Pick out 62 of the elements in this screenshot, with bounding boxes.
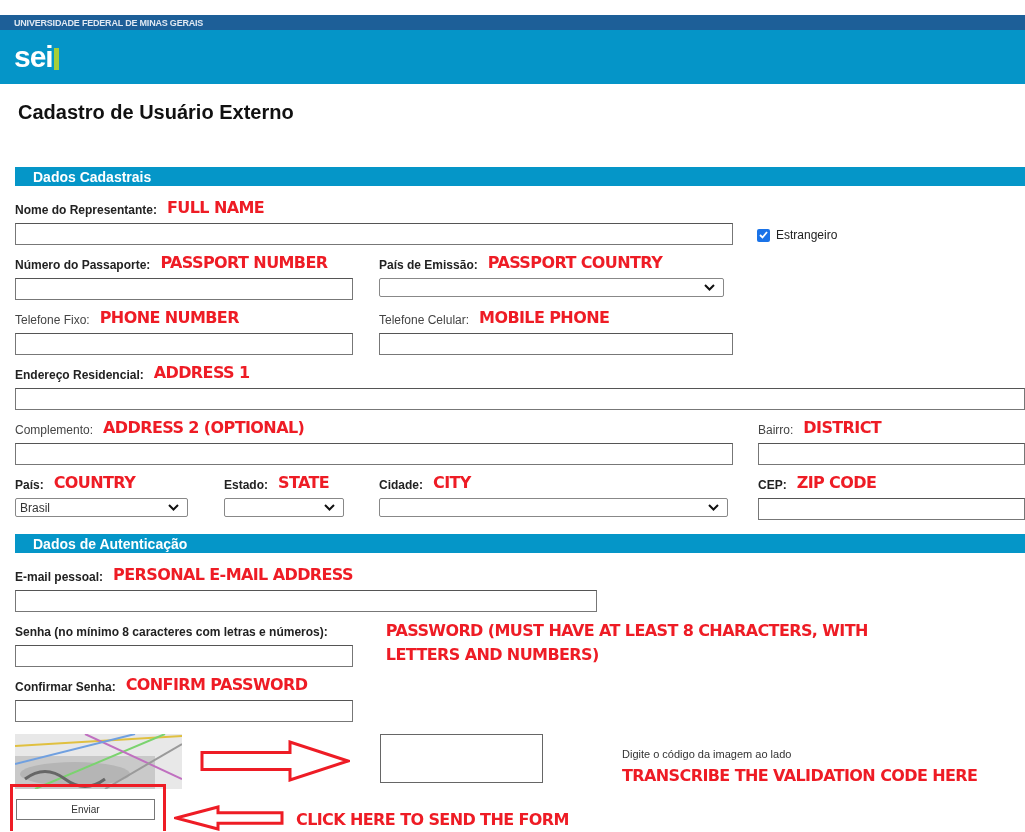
annotation-text: CLICK HERE TO SEND THE FORM: [296, 810, 569, 829]
annotation-text: PASSPORT COUNTRY: [487, 254, 663, 272]
input-field[interactable]: [15, 645, 353, 667]
annotation-text: ADDRESS 1: [153, 364, 250, 382]
input-field[interactable]: [15, 700, 353, 722]
checkbox[interactable]: [757, 228, 770, 242]
chevron-down-icon: [708, 504, 719, 511]
field-label: Bairro:: [758, 423, 794, 437]
input-field[interactable]: [379, 333, 733, 355]
field-label: Telefone Fixo:: [15, 313, 90, 327]
annotation-text: CONFIRM PASSWORD: [125, 676, 308, 694]
field-label: Número do Passaporte:: [15, 258, 151, 272]
page-title: Cadastro de Usuário Externo: [18, 100, 295, 124]
chevron-down-icon: [704, 284, 715, 291]
select-field[interactable]: [379, 278, 724, 297]
annotation-text: TRANSCRIBE THE VALIDATION CODE HERE: [622, 766, 978, 785]
captcha-field[interactable]: [380, 734, 543, 783]
annotation-text: ZIP CODE: [796, 474, 877, 492]
annotation-text: COUNTRY: [53, 474, 136, 492]
input-field[interactable]: [15, 333, 353, 355]
annotation-text: PERSONAL E-MAIL ADDRESS: [113, 566, 353, 584]
captcha-hint: Digite o código da imagem ao lado: [622, 748, 793, 760]
annotation-text: DISTRICT: [803, 419, 882, 437]
field-label: CEP:: [758, 478, 787, 492]
university-name: UNIVERSIDADE FEDERAL DE MINAS GERAIS: [14, 17, 204, 28]
input-field[interactable]: [15, 590, 597, 612]
annotation-text: PHONE NUMBER: [99, 309, 239, 327]
input-field[interactable]: [758, 443, 1025, 465]
input-field[interactable]: [758, 498, 1025, 520]
left-arrow-icon: [174, 805, 284, 831]
annotation-text: STATE: [278, 474, 330, 492]
annotation-text: MOBILE PHONE: [479, 309, 610, 327]
field-label: Confirmar Senha:: [15, 680, 116, 694]
section-title: Dados de Autenticação: [33, 535, 188, 552]
select-field[interactable]: [379, 498, 728, 517]
field-label: Nome do Representante:: [15, 203, 158, 217]
select-field[interactable]: [224, 498, 344, 517]
field-label: Endereço Residencial:: [15, 368, 144, 382]
input-field[interactable]: [15, 388, 1025, 410]
input-field[interactable]: [15, 278, 353, 300]
field-label: Estado:: [224, 478, 268, 492]
section-title: Dados Cadastrais: [33, 168, 152, 185]
annotation-text: CITY: [433, 474, 471, 492]
checkbox-label: Estrangeiro: [776, 228, 838, 242]
field-label: Telefone Celular:: [379, 313, 470, 327]
field-label: Complemento:: [15, 423, 94, 437]
input-field[interactable]: [15, 443, 733, 465]
field-label: Cidade:: [379, 478, 423, 492]
annotation-text: ADDRESS 2 (OPTIONAL): [103, 419, 305, 437]
right-arrow-icon: [200, 740, 350, 782]
annotation-text: PASSWORD (MUST HAVE AT LEAST 8 CHARACTERS, WITH LETTERS AND NUMBERS): [385, 620, 869, 666]
field-label: E-mail pessoal:: [15, 570, 104, 584]
input-field[interactable]: [15, 223, 733, 245]
field-label: País de Emissão:: [379, 258, 478, 272]
annotation-text: FULL NAME: [167, 199, 265, 217]
field-label: País:: [15, 478, 44, 492]
field-label: Senha (no mínimo 8 caracteres com letras e números):: [15, 625, 328, 639]
select-field[interactable]: Brasil: [15, 498, 188, 517]
submit-button[interactable]: Enviar: [16, 799, 155, 820]
chevron-down-icon: [324, 504, 335, 511]
annotation-text: PASSPORT NUMBER: [160, 254, 328, 272]
chevron-down-icon: [168, 504, 179, 511]
